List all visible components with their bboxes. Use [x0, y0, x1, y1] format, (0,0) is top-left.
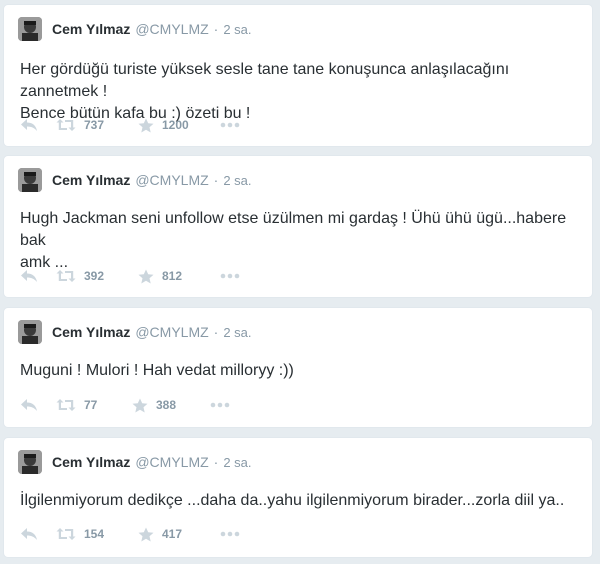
- tweet-text-line: İlgilenmiyorum dedikçe ...daha da..yahu …: [20, 492, 565, 509]
- separator-dot: ·: [213, 21, 219, 37]
- favorite-button[interactable]: 1200: [138, 118, 220, 133]
- tweet-actions: 154 417: [20, 524, 240, 544]
- avatar[interactable]: [18, 168, 42, 192]
- star-icon: [132, 398, 148, 412]
- avatar[interactable]: [18, 17, 42, 41]
- tweet-header: Cem Yılmaz @CMYLMZ · 2 sa.: [18, 450, 252, 474]
- tweet-timestamp[interactable]: 2 sa.: [223, 173, 251, 188]
- retweet-button[interactable]: 77: [56, 398, 132, 412]
- favorite-count: 812: [162, 269, 183, 283]
- star-icon: [138, 269, 154, 283]
- separator-dot: ·: [213, 324, 219, 340]
- tweet-card[interactable]: Cem Yılmaz @CMYLMZ · 2 sa. Muguni ! Mulo…: [3, 307, 593, 428]
- more-dots-icon: [220, 531, 240, 537]
- favorite-button[interactable]: 388: [132, 398, 210, 413]
- author-handle[interactable]: @CMYLMZ: [135, 454, 208, 470]
- tweet-text-line: Muguni ! Mulori ! Hah vedat milloryy :)): [20, 362, 294, 379]
- tweet-text: İlgilenmiyorum dedikçe ...daha da..yahu …: [20, 490, 578, 512]
- tweet-timestamp[interactable]: 2 sa.: [223, 325, 251, 340]
- tweet-timestamp[interactable]: 2 sa.: [223, 455, 251, 470]
- avatar[interactable]: [18, 450, 42, 474]
- author-handle[interactable]: @CMYLMZ: [135, 324, 208, 340]
- favorite-count: 388: [156, 398, 177, 412]
- tweet-card[interactable]: Cem Yılmaz @CMYLMZ · 2 sa. Her gördüğü t…: [3, 4, 593, 147]
- author-name[interactable]: Cem Yılmaz: [52, 324, 130, 340]
- tweet-actions: 77 388: [20, 395, 230, 415]
- tweet-header: Cem Yılmaz @CMYLMZ · 2 sa.: [18, 320, 252, 344]
- tweet-text-line: Her gördüğü turiste yüksek sesle tane ta…: [20, 61, 510, 100]
- retweet-icon: [56, 528, 76, 540]
- reply-icon: [21, 119, 37, 131]
- tweet-timestamp[interactable]: 2 sa.: [223, 22, 251, 37]
- retweet-button[interactable]: 392: [56, 269, 138, 283]
- more-dots-icon: [220, 273, 240, 279]
- retweet-count: 154: [84, 527, 105, 541]
- tweet-actions: 737 1200: [20, 115, 240, 135]
- tweet-text: Hugh Jackman seni unfollow etse üzülmen …: [20, 208, 578, 274]
- tweet-text-line: Hugh Jackman seni unfollow etse üzülmen …: [20, 210, 567, 249]
- author-name[interactable]: Cem Yılmaz: [52, 172, 130, 188]
- avatar[interactable]: [18, 320, 42, 344]
- retweet-icon: [56, 399, 76, 411]
- reply-icon: [21, 399, 37, 411]
- more-button[interactable]: [220, 531, 240, 537]
- reply-icon: [21, 528, 37, 540]
- reply-button[interactable]: [20, 527, 56, 541]
- author-name[interactable]: Cem Yılmaz: [52, 454, 130, 470]
- author-name[interactable]: Cem Yılmaz: [52, 21, 130, 37]
- favorite-count: 417: [162, 527, 183, 541]
- author-handle[interactable]: @CMYLMZ: [135, 21, 208, 37]
- retweet-button[interactable]: 737: [56, 118, 138, 132]
- more-button[interactable]: [220, 122, 240, 128]
- separator-dot: ·: [213, 172, 219, 188]
- separator-dot: ·: [213, 454, 219, 470]
- more-button[interactable]: [210, 402, 230, 408]
- more-dots-icon: [210, 402, 230, 408]
- favorite-button[interactable]: 812: [138, 269, 220, 284]
- reply-button[interactable]: [20, 398, 56, 412]
- favorite-button[interactable]: 417: [138, 527, 220, 542]
- tweet-card[interactable]: Cem Yılmaz @CMYLMZ · 2 sa. İlgilenmiyoru…: [3, 437, 593, 558]
- tweet-header: Cem Yılmaz @CMYLMZ · 2 sa.: [18, 168, 252, 192]
- retweet-count: 77: [84, 398, 98, 412]
- retweet-count: 392: [84, 269, 105, 283]
- star-icon: [138, 527, 154, 541]
- more-button[interactable]: [220, 273, 240, 279]
- tweet-actions: 392 812: [20, 266, 240, 286]
- reply-icon: [21, 270, 37, 282]
- star-icon: [138, 118, 154, 132]
- tweet-text: Muguni ! Mulori ! Hah vedat milloryy :)): [20, 360, 578, 382]
- author-handle[interactable]: @CMYLMZ: [135, 172, 208, 188]
- reply-button[interactable]: [20, 269, 56, 283]
- retweet-count: 737: [84, 118, 105, 132]
- retweet-icon: [56, 119, 76, 131]
- reply-button[interactable]: [20, 118, 56, 132]
- retweet-button[interactable]: 154: [56, 527, 138, 541]
- retweet-icon: [56, 270, 76, 282]
- tweet-card[interactable]: Cem Yılmaz @CMYLMZ · 2 sa. Hugh Jackman …: [3, 155, 593, 298]
- tweet-header: Cem Yılmaz @CMYLMZ · 2 sa.: [18, 17, 252, 41]
- more-dots-icon: [220, 122, 240, 128]
- favorite-count: 1200: [162, 118, 189, 132]
